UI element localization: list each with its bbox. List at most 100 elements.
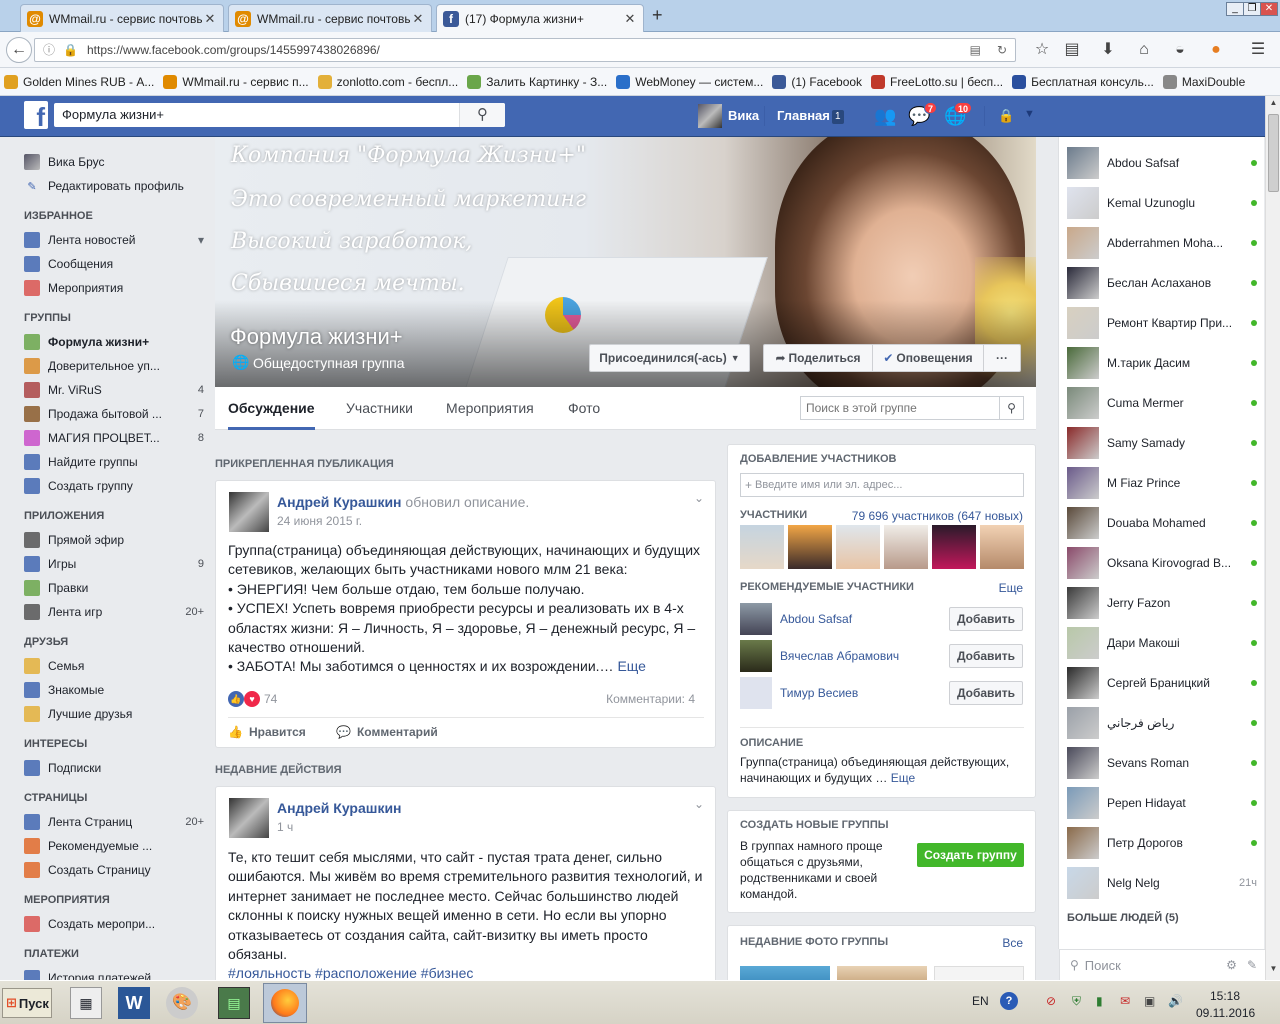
bookmarks-list-icon[interactable]: ▤ [1060, 38, 1084, 62]
scrollbar-thumb[interactable] [1268, 114, 1279, 192]
new-message-icon[interactable]: ✎ [1247, 958, 1257, 972]
avatar[interactable] [229, 492, 269, 532]
left-nav-item[interactable]: Рекомендуемые ... [24, 834, 204, 858]
chat-contact[interactable]: Pepen Hidayat [1067, 786, 1257, 820]
member-photo[interactable] [740, 525, 784, 569]
reaction-count[interactable]: 74 [264, 692, 277, 706]
chat-contact[interactable]: Ремонт Квартир При... [1067, 306, 1257, 340]
browser-tab-3[interactable]: f (17) Формула жизни+ ✕ [436, 4, 644, 33]
add-member-button[interactable]: Добавить [949, 681, 1023, 705]
share-button[interactable]: ➦ Поделиться [763, 344, 873, 372]
tray-antivirus-icon[interactable]: ⊘ [1046, 994, 1056, 1008]
group-name[interactable]: Формула жизни+ [230, 324, 403, 350]
left-nav-item[interactable]: Создать меропри... [24, 912, 204, 936]
recommended-name[interactable]: Вячеслав Абрамович [780, 649, 899, 663]
left-nav-section-title[interactable]: ПЛАТЕЖИ [24, 948, 204, 962]
tab-photos[interactable]: Фото [568, 387, 600, 430]
tab-events[interactable]: Мероприятия [446, 387, 534, 430]
left-nav-item[interactable]: Подписки [24, 756, 204, 780]
avatar[interactable] [229, 798, 269, 838]
download-icon[interactable]: ⬇ [1096, 38, 1120, 62]
chat-contact[interactable]: Петр Дорогов [1067, 826, 1257, 860]
bookmark-item[interactable]: WebMoney — систем... [616, 74, 763, 89]
reload-icon[interactable]: ↻ [997, 39, 1007, 61]
post-time[interactable]: 1 ч [277, 820, 293, 834]
recent-photos-all-link[interactable]: Все [1002, 936, 1023, 950]
extension-icon[interactable]: ● [1204, 38, 1228, 62]
members-count-link[interactable]: 79 696 участников (647 новых) [852, 509, 1023, 523]
chat-contact[interactable]: Abdou Safsaf [1067, 146, 1257, 180]
browser-tab-2[interactable]: @ WMmail.ru - сервис почтовы... ✕ [228, 4, 432, 32]
fb-search-input[interactable]: Формула жизни+ [54, 103, 505, 127]
left-nav-section-title[interactable]: ПРИЛОЖЕНИЯ [24, 510, 204, 524]
minimize-button[interactable]: _ [1226, 2, 1244, 16]
bookmark-item[interactable]: FreeLotto.su | бесп... [871, 74, 1003, 89]
home-icon[interactable]: ⌂ [1132, 38, 1156, 62]
post-author[interactable]: Андрей Курашкин [277, 494, 402, 510]
avatar[interactable] [740, 603, 772, 635]
recommended-name[interactable]: Тимур Весиев [780, 686, 858, 700]
left-nav-item[interactable]: Прямой эфир [24, 528, 204, 552]
member-photo[interactable] [932, 525, 976, 569]
more-options-button[interactable]: ··· [983, 344, 1021, 372]
scroll-up-arrow-icon[interactable]: ▲ [1268, 98, 1279, 110]
left-nav-section-title[interactable]: ГРУППЫ [24, 312, 204, 326]
left-nav-item[interactable]: Создать Страницу [24, 858, 204, 882]
help-icon[interactable]: ? [1000, 992, 1018, 1010]
post-author[interactable]: Андрей Курашкин [277, 800, 402, 816]
start-button[interactable]: ⊞ Пуск [2, 988, 52, 1018]
bookmark-item[interactable]: WMmail.ru - сервис п... [163, 74, 309, 89]
friend-requests-icon[interactable]: 👥 [874, 106, 896, 127]
recommended-more-link[interactable]: Еще [999, 581, 1023, 595]
menu-icon[interactable]: ☰ [1246, 38, 1270, 62]
add-member-button[interactable]: Добавить [949, 644, 1023, 668]
add-member-button[interactable]: Добавить [949, 607, 1023, 631]
group-search-input[interactable] [801, 397, 996, 419]
left-nav-item[interactable]: Продажа бытовой ... 7 [24, 402, 204, 426]
member-photo[interactable] [980, 525, 1024, 569]
left-nav-item[interactable]: Игры 9 [24, 552, 204, 576]
left-nav-section-title[interactable]: МЕРОПРИЯТИЯ [24, 894, 204, 908]
privacy-shortcuts-icon[interactable]: 🔒 [998, 108, 1014, 124]
reader-view-icon[interactable]: ▤ [970, 39, 981, 61]
chat-contact[interactable]: Sevans Roman [1067, 746, 1257, 780]
left-nav-section-title[interactable]: СТРАНИЦЫ [24, 792, 204, 806]
left-nav-item[interactable]: Создать группу [24, 474, 204, 498]
see-more-link[interactable]: Еще [617, 658, 646, 674]
account-menu-arrow-icon[interactable]: ▼ [1024, 108, 1035, 120]
member-photo[interactable] [788, 525, 832, 569]
member-photo[interactable] [836, 525, 880, 569]
tab-discussion[interactable]: Обсуждение [228, 387, 315, 430]
avatar[interactable] [698, 104, 722, 128]
member-photo[interactable] [884, 525, 928, 569]
left-nav-section-title[interactable]: ИЗБРАННОЕ [24, 210, 204, 224]
left-nav-item[interactable]: Найдите группы [24, 450, 204, 474]
back-arrow-icon[interactable]: ← [6, 37, 32, 63]
chat-contact[interactable]: M.тарик Дасим [1067, 346, 1257, 380]
chat-search-bar[interactable]: ⚲ Поиск ⚙ ✎ [1059, 949, 1265, 980]
comment-count[interactable]: Комментарии: 4 [606, 692, 695, 706]
chat-contact[interactable]: Сергей Браницкий [1067, 666, 1257, 700]
close-window-button[interactable]: ✕ [1260, 2, 1278, 16]
search-icon[interactable]: ⚲ [999, 397, 1023, 419]
left-nav-section-title[interactable]: ДРУЗЬЯ [24, 636, 204, 650]
avatar[interactable] [740, 677, 772, 709]
left-nav-item[interactable]: Mr. ViRuS 4 [24, 378, 204, 402]
post-hashtags[interactable]: #лояльность #расположение #бизнес [228, 965, 473, 981]
left-nav-item[interactable]: Знакомые [24, 678, 204, 702]
avatar[interactable] [740, 640, 772, 672]
firefox-taskbar-button[interactable] [263, 983, 307, 1023]
add-members-field[interactable]: + Введите имя или эл. адрес... [740, 473, 1024, 497]
paint-icon[interactable]: 🎨 [166, 987, 198, 1019]
calculator-icon[interactable]: ▦ [70, 987, 102, 1019]
profile-link[interactable]: Вика [728, 108, 759, 123]
tray-monitor-icon[interactable]: ▣ [1144, 994, 1155, 1008]
facebook-logo-icon[interactable]: f [24, 101, 48, 132]
description-more-link[interactable]: Еще [891, 771, 915, 785]
new-tab-button[interactable]: + [652, 5, 663, 26]
chevron-down-icon[interactable]: ▾ [198, 233, 204, 247]
chat-contact[interactable]: Дари Макоші [1067, 626, 1257, 660]
left-nav-item[interactable]: Лента Страниц 20+ [24, 810, 204, 834]
joined-button[interactable]: Присоединился(-ась) ▼ [589, 344, 750, 372]
url-bar[interactable]: ⓘ 🔒 https://www.facebook.com/groups/1455… [34, 38, 1016, 62]
